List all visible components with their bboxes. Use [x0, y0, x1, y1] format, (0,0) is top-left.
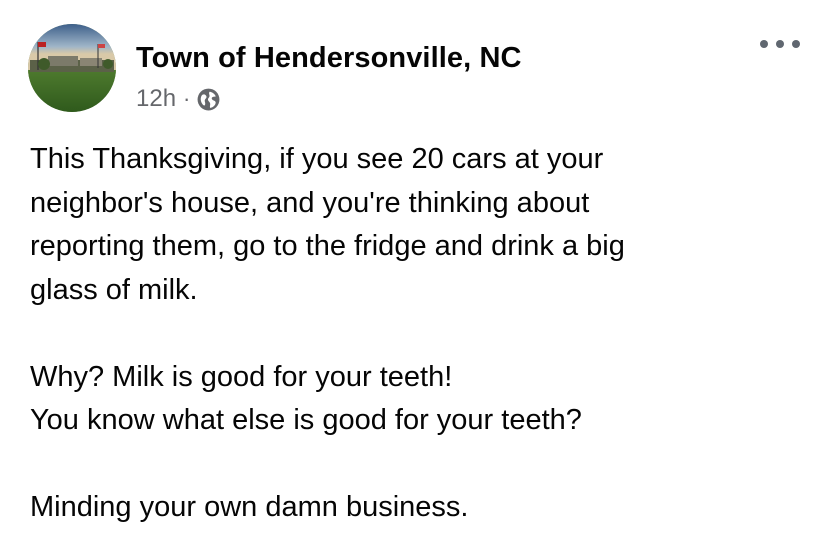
- post-line: You know what else is good for your teet…: [30, 404, 582, 436]
- globe-icon[interactable]: [196, 87, 221, 112]
- post-line: glass of milk.: [30, 273, 198, 306]
- more-dot: [776, 40, 784, 48]
- post-line: reporting them, go to the fridge and dri…: [30, 230, 625, 262]
- page-avatar[interactable]: [28, 24, 116, 112]
- post-line: Why? Milk is good for your teeth!: [30, 360, 453, 393]
- page-name[interactable]: Town of Hendersonville, NC: [136, 42, 522, 75]
- post-text: This Thanksgiving, if you see 20 cars at…: [30, 138, 800, 530]
- post-line: This Thanksgiving, if you see 20 cars at…: [30, 143, 604, 175]
- post-line: neighbor's house, and you're thinking ab…: [30, 186, 590, 219]
- more-dot: [760, 40, 768, 48]
- more-dot: [792, 40, 800, 48]
- meta-separator: ·: [183, 86, 191, 111]
- facebook-post: Town of Hendersonville, NC 12h · This Th…: [0, 0, 820, 549]
- post-meta: 12h ·: [136, 84, 221, 114]
- post-header: Town of Hendersonville, NC 12h ·: [28, 24, 800, 116]
- post-timestamp[interactable]: 12h: [136, 85, 176, 113]
- more-options-icon[interactable]: [760, 32, 800, 56]
- post-line: Minding your own damn business.: [30, 491, 469, 523]
- avatar-image: [28, 24, 116, 112]
